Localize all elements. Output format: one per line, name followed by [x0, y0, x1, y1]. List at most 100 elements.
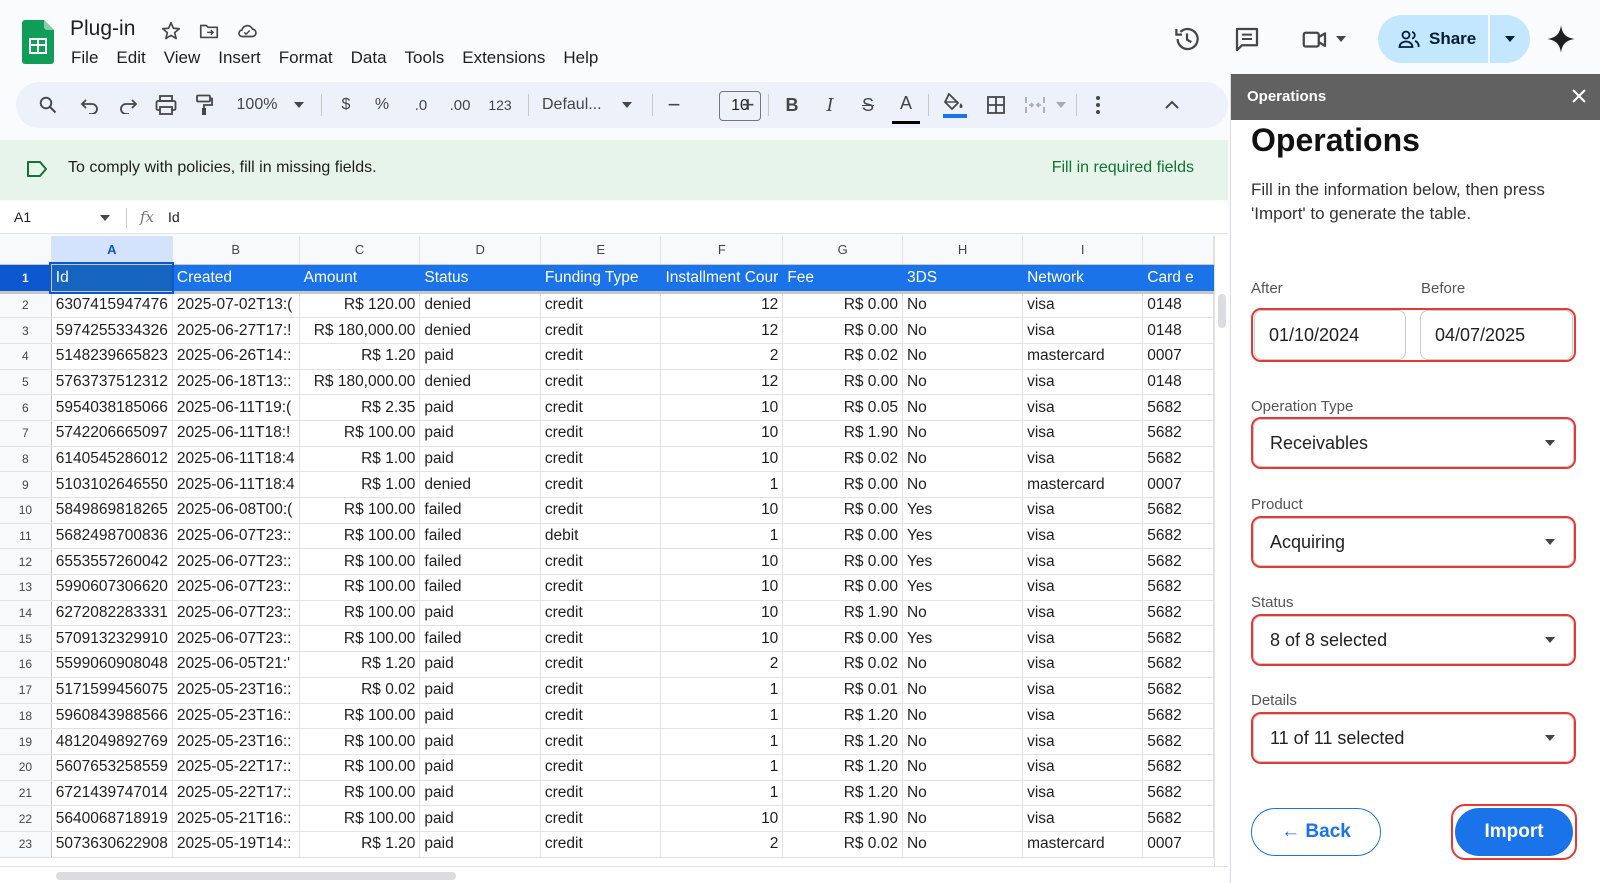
more-options-button[interactable]	[1086, 82, 1110, 128]
table-cell[interactable]: 4812049892769	[51, 728, 173, 755]
row-number[interactable]: 12	[0, 548, 52, 576]
print-button[interactable]	[152, 82, 180, 128]
table-cell[interactable]: debit	[540, 523, 662, 550]
increase-font-size-button[interactable]: +	[734, 82, 762, 128]
table-cell[interactable]: No	[902, 754, 1024, 781]
table-cell[interactable]: Yes	[902, 548, 1024, 576]
table-cell[interactable]: paid	[419, 420, 541, 447]
table-cell[interactable]: 10	[660, 446, 784, 473]
table-cell[interactable]: 1	[660, 728, 784, 755]
table-cell[interactable]: R$ 0.02	[782, 831, 903, 858]
header-cell[interactable]: Fee	[782, 264, 903, 294]
table-cell[interactable]: paid	[419, 780, 541, 807]
table-cell[interactable]: 5682	[1142, 728, 1214, 755]
table-cell[interactable]: R$ 0.05	[782, 394, 903, 421]
table-cell[interactable]: 5709132329910	[51, 625, 173, 653]
table-cell[interactable]: 10	[660, 805, 784, 832]
menu-extensions[interactable]: Extensions	[453, 46, 554, 70]
table-cell[interactable]: paid	[419, 831, 541, 858]
percent-format-button[interactable]: %	[370, 82, 394, 128]
fill-color-button[interactable]	[940, 82, 970, 128]
table-cell[interactable]: credit	[540, 497, 662, 524]
row-number[interactable]: 22	[0, 805, 52, 832]
table-cell[interactable]: 1	[660, 677, 784, 704]
table-cell[interactable]: 0007	[1142, 831, 1214, 858]
table-cell[interactable]: R$ 100.00	[299, 600, 421, 627]
row-number[interactable]: 23	[0, 831, 52, 858]
table-cell[interactable]: R$ 0.02	[782, 651, 903, 678]
table-cell[interactable]: 5960843988566	[51, 703, 173, 730]
table-cell[interactable]: R$ 180,000.00	[299, 317, 421, 344]
undo-button[interactable]	[76, 82, 104, 128]
header-cell[interactable]: Status	[419, 264, 541, 294]
table-cell[interactable]: visa	[1022, 703, 1144, 730]
table-cell[interactable]: credit	[540, 369, 662, 396]
table-cell[interactable]: visa	[1022, 728, 1144, 755]
table-cell[interactable]: R$ 1.20	[299, 831, 421, 858]
table-cell[interactable]: No	[902, 420, 1024, 447]
table-cell[interactable]: failed	[419, 548, 541, 576]
table-cell[interactable]: 6272082283331	[51, 600, 173, 627]
table-cell[interactable]: 5682	[1142, 805, 1214, 832]
table-cell[interactable]: R$ 100.00	[299, 420, 421, 447]
search-menus-button[interactable]	[34, 82, 62, 128]
table-cell[interactable]: R$ 0.00	[782, 523, 903, 550]
table-cell[interactable]: 12	[660, 369, 784, 396]
row-number[interactable]: 1	[0, 264, 52, 294]
currency-format-button[interactable]: $	[334, 82, 358, 128]
table-cell[interactable]: visa	[1022, 420, 1144, 447]
table-cell[interactable]: 0148	[1142, 317, 1214, 344]
close-icon[interactable]	[1571, 88, 1587, 104]
column-header[interactable]	[1142, 236, 1214, 265]
table-cell[interactable]: R$ 0.02	[782, 343, 903, 370]
table-cell[interactable]: visa	[1022, 317, 1144, 344]
share-dropdown-button[interactable]	[1490, 15, 1530, 63]
table-cell[interactable]: mastercard	[1022, 831, 1144, 858]
select-all-corner[interactable]	[0, 236, 52, 265]
table-cell[interactable]: credit	[540, 446, 662, 473]
table-cell[interactable]: R$ 0.00	[782, 574, 903, 601]
table-cell[interactable]: 2025-06-11T19:(	[172, 394, 300, 421]
table-cell[interactable]: 5682	[1142, 394, 1214, 421]
table-cell[interactable]: 5682	[1142, 548, 1214, 576]
table-cell[interactable]: 0007	[1142, 471, 1214, 498]
table-cell[interactable]: paid	[419, 394, 541, 421]
table-cell[interactable]: R$ 1.20	[299, 651, 421, 678]
star-icon[interactable]	[160, 20, 182, 42]
formula-input[interactable]: Id	[168, 209, 180, 225]
table-cell[interactable]: 2025-05-23T16::	[172, 728, 300, 755]
table-cell[interactable]: paid	[419, 754, 541, 781]
table-cell[interactable]: R$ 0.02	[782, 446, 903, 473]
table-cell[interactable]: 2025-06-05T21:'	[172, 651, 300, 678]
table-cell[interactable]: R$ 100.00	[299, 497, 421, 524]
table-cell[interactable]: R$ 1.90	[782, 420, 903, 447]
table-cell[interactable]: 2025-06-08T00:(	[172, 497, 300, 524]
table-cell[interactable]: No	[902, 292, 1024, 319]
menu-data[interactable]: Data	[342, 46, 396, 70]
column-header[interactable]: B	[172, 236, 300, 265]
table-cell[interactable]: Yes	[902, 497, 1024, 524]
table-cell[interactable]: 5954038185066	[51, 394, 173, 421]
table-cell[interactable]: 5974255334326	[51, 317, 173, 344]
share-button[interactable]: Share	[1378, 15, 1488, 63]
table-cell[interactable]: 2025-05-21T16::	[172, 805, 300, 832]
column-header[interactable]: I	[1022, 236, 1144, 265]
table-cell[interactable]: 2025-05-23T16::	[172, 677, 300, 704]
table-cell[interactable]: visa	[1022, 677, 1144, 704]
table-cell[interactable]: denied	[419, 317, 541, 344]
table-cell[interactable]: credit	[540, 600, 662, 627]
table-cell[interactable]: visa	[1022, 651, 1144, 678]
table-cell[interactable]: 5682	[1142, 625, 1214, 653]
table-cell[interactable]: R$ 0.00	[782, 497, 903, 524]
table-cell[interactable]: R$ 120.00	[299, 292, 421, 319]
table-cell[interactable]: R$ 1.90	[782, 600, 903, 627]
table-cell[interactable]: 5599060908048	[51, 651, 173, 678]
table-cell[interactable]: No	[902, 369, 1024, 396]
table-cell[interactable]: 1	[660, 780, 784, 807]
zoom-select[interactable]: 100%	[232, 82, 282, 128]
table-cell[interactable]: 12	[660, 292, 784, 319]
column-header[interactable]: E	[540, 236, 662, 265]
table-cell[interactable]: 6140545286012	[51, 446, 173, 473]
table-cell[interactable]: 5682	[1142, 420, 1214, 447]
table-cell[interactable]: credit	[540, 548, 662, 576]
